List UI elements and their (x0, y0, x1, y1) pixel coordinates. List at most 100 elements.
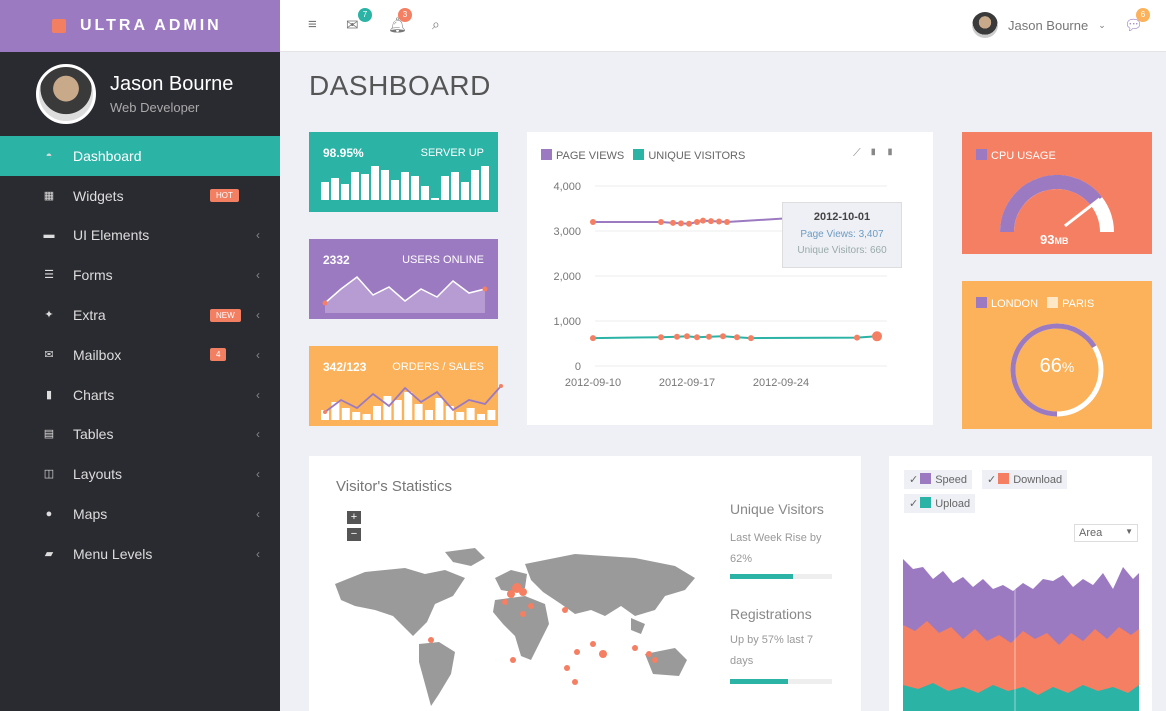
spark-bar (431, 198, 439, 200)
data-point[interactable] (700, 217, 706, 224)
server-sparkbars (321, 166, 489, 200)
data-point[interactable] (678, 220, 684, 227)
city-legend: LONDON PARIS (976, 297, 1094, 310)
legend-swatch-page-views (541, 149, 552, 160)
spark-bar (381, 170, 389, 200)
sidebar-item-widgets[interactable]: ▦ Widgets HOT (0, 176, 280, 216)
dashboard-icon: ◓ (45, 149, 53, 162)
x-tick-label: 2012-09-17 (659, 377, 715, 389)
menu-icon[interactable]: ≡ (308, 16, 317, 33)
chart-type-select[interactable]: Area ▼ (1074, 524, 1138, 542)
sidebar-item-maps[interactable]: ● Maps ‹ (0, 494, 280, 534)
data-point[interactable] (590, 335, 596, 342)
legend-toggle-download[interactable]: ✓ Download (982, 470, 1068, 489)
page-title: DASHBOARD (309, 70, 491, 101)
data-point[interactable] (670, 219, 676, 226)
zoom-in-button[interactable]: + (347, 511, 361, 524)
data-point[interactable] (658, 219, 664, 225)
y-tick-label: 3,000 (553, 226, 581, 238)
chevron-left-icon: ‹ (256, 427, 260, 442)
line-chart-icon[interactable]: ⟋ (853, 147, 869, 159)
chat-count-badge: 6 (1136, 8, 1150, 22)
data-point[interactable] (854, 334, 860, 341)
spark-bar (461, 182, 469, 200)
cpu-label: CPU USAGE (991, 150, 1056, 162)
sidebar-item-dashboard[interactable]: ◓ Dashboard (0, 136, 280, 176)
server-up-value: 98.95% (323, 146, 364, 160)
bar-chart-icon[interactable]: ▮ (869, 147, 886, 159)
chart-tooltip: 2012-10-01 Page Views: 3,407 Unique Visi… (782, 202, 902, 268)
spark-bar (352, 412, 361, 420)
data-point[interactable] (706, 333, 712, 340)
spark-bar (401, 172, 409, 200)
y-tick-label: 0 (575, 361, 581, 373)
sidebar-item-charts[interactable]: ▮ Charts ‹ (0, 375, 280, 415)
city-stats-card: LONDON PARIS 66% (962, 281, 1152, 429)
mail-count-badge: 7 (358, 8, 372, 22)
data-point[interactable] (716, 218, 722, 225)
sidebar-item-menu-levels[interactable]: ▰ Menu Levels ‹ (0, 534, 280, 574)
folder-icon: ▰ (44, 547, 54, 560)
data-point[interactable] (694, 219, 700, 225)
avatar[interactable] (36, 64, 96, 124)
chevron-left-icon: ‹ (256, 467, 260, 482)
data-point[interactable] (684, 333, 690, 340)
mail-icon[interactable]: ✉ (346, 16, 359, 34)
profile: Jason Bourne Web Developer (0, 52, 280, 136)
sidebar-badge: NEW (210, 308, 241, 322)
sidebar-item-ui-elements[interactable]: ▬ UI Elements ‹ (0, 216, 280, 256)
chevron-left-icon: ‹ (256, 546, 260, 561)
data-point[interactable] (686, 220, 692, 227)
legend-london: LONDON (991, 298, 1039, 310)
cpu-usage-card: CPU USAGE 93MB (962, 132, 1152, 254)
data-point[interactable] (734, 334, 740, 341)
orders-sales-value: 342/123 (323, 360, 367, 374)
data-point[interactable] (872, 331, 882, 342)
visitor-stats-title: Visitor's Statistics (336, 478, 452, 495)
spark-bar (471, 170, 479, 200)
user-menu[interactable]: Jason Bourne ⌄ (972, 12, 1106, 38)
sidebar-item-forms[interactable]: ☰ Forms ‹ (0, 255, 280, 295)
sidebar-item-extra[interactable]: ✦ Extra NEW ‹ (0, 295, 280, 335)
data-point[interactable] (674, 333, 680, 340)
sidebar-item-label: Tables (73, 426, 114, 443)
area-chart-panel: ✓ Speed ✓ Download ✓ Upload Area ▼ (889, 456, 1152, 711)
zoom-out-button[interactable]: − (347, 528, 361, 541)
server-up-label: SERVER UP (420, 147, 484, 159)
legend-toggle-speed[interactable]: ✓ Speed (904, 470, 973, 489)
map-marker-icon: ● (45, 508, 53, 521)
data-point[interactable] (708, 218, 714, 225)
sidebar-item-label: Dashboard (73, 147, 142, 164)
legend-toggle-upload[interactable]: ✓ Upload (904, 494, 976, 513)
legend-unique-visitors: UNIQUE VISITORS (648, 150, 746, 162)
data-point[interactable] (724, 219, 730, 225)
sidebar-item-mailbox[interactable]: ✉ Mailbox 4 ‹ (0, 335, 280, 375)
briefcase-icon: ▬ (43, 229, 55, 242)
spark-bar (487, 410, 496, 420)
cpu-legend: CPU USAGE (976, 149, 1056, 162)
notification-count-badge: 3 (398, 8, 412, 22)
spark-bar (393, 400, 402, 420)
data-point[interactable] (720, 333, 726, 340)
stacked-chart-icon[interactable]: ▮ (886, 147, 903, 159)
sidebar-nav: ◓ Dashboard ▦ Widgets HOT ▬ UI Elements ‹ ☰ Forms… (0, 136, 280, 574)
sidebar-item-label: Layouts (73, 466, 123, 483)
spark-bar (341, 184, 349, 200)
tooltip-date: 2012-10-01 (813, 211, 871, 223)
search-icon[interactable]: ⌕ (432, 16, 440, 33)
brand[interactable]: ULTRA ADMIN (0, 0, 280, 52)
spark-bar (481, 166, 489, 200)
sidebar-item-label: Charts (73, 386, 115, 403)
spark-bar (466, 408, 475, 420)
world-map[interactable] (335, 544, 705, 709)
data-point[interactable] (694, 334, 700, 341)
data-point[interactable] (748, 335, 754, 342)
data-point[interactable] (658, 334, 664, 341)
x-tick-label: 2012-09-10 (565, 377, 621, 389)
unique-visitors-title: Unique Visitors (730, 501, 824, 517)
sidebar-item-layouts[interactable]: ◫ Layouts ‹ (0, 454, 280, 494)
spark-bar (341, 408, 350, 420)
sidebar-item-tables[interactable]: ▤ Tables ‹ (0, 415, 280, 455)
legend-paris: PARIS (1062, 298, 1095, 310)
data-point[interactable] (590, 219, 596, 225)
